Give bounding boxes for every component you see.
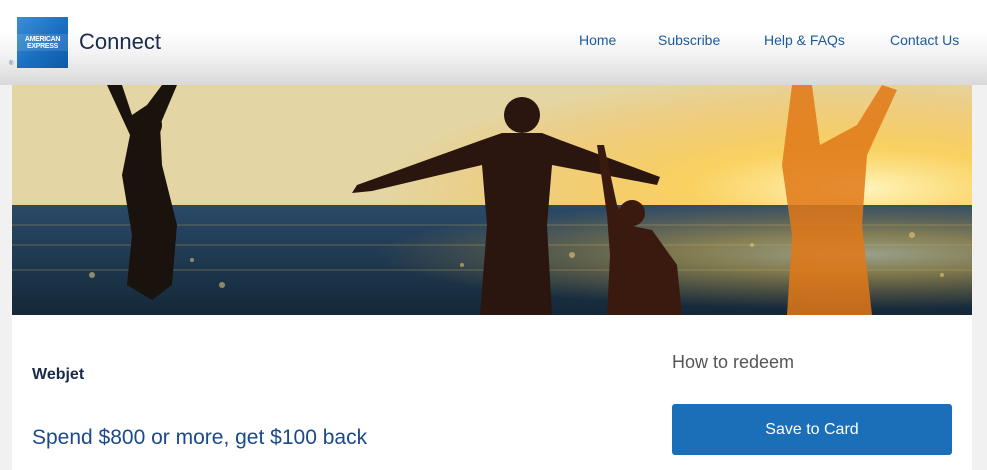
hero-beach-silhouettes	[12, 85, 972, 315]
hero-image	[12, 85, 972, 315]
nav-link-home[interactable]: Home	[579, 32, 616, 48]
how-to-redeem-heading: How to redeem	[672, 352, 795, 372]
offer-card: Webjet Spend $800 or more, get $100 back…	[12, 315, 972, 470]
merchant-name: Webjet	[32, 366, 85, 383]
registered-mark: ®	[9, 61, 14, 67]
save-to-card-button[interactable]: Save to Card	[672, 404, 952, 455]
logo-text-line2: EXPRESS	[27, 43, 58, 50]
nav-link-contact-us[interactable]: Contact Us	[890, 32, 959, 48]
offer-headline: Spend $800 or more, get $100 back	[32, 426, 368, 449]
amex-logo[interactable]: AMERICAN EXPRESS	[17, 17, 68, 68]
nav-link-subscribe[interactable]: Subscribe	[658, 32, 720, 48]
nav-link-help-faqs[interactable]: Help & FAQs	[764, 32, 845, 48]
brand-title: Connect	[79, 29, 161, 54]
site-header: AMERICAN EXPRESS ® Connect Home Subscrib…	[0, 0, 987, 85]
